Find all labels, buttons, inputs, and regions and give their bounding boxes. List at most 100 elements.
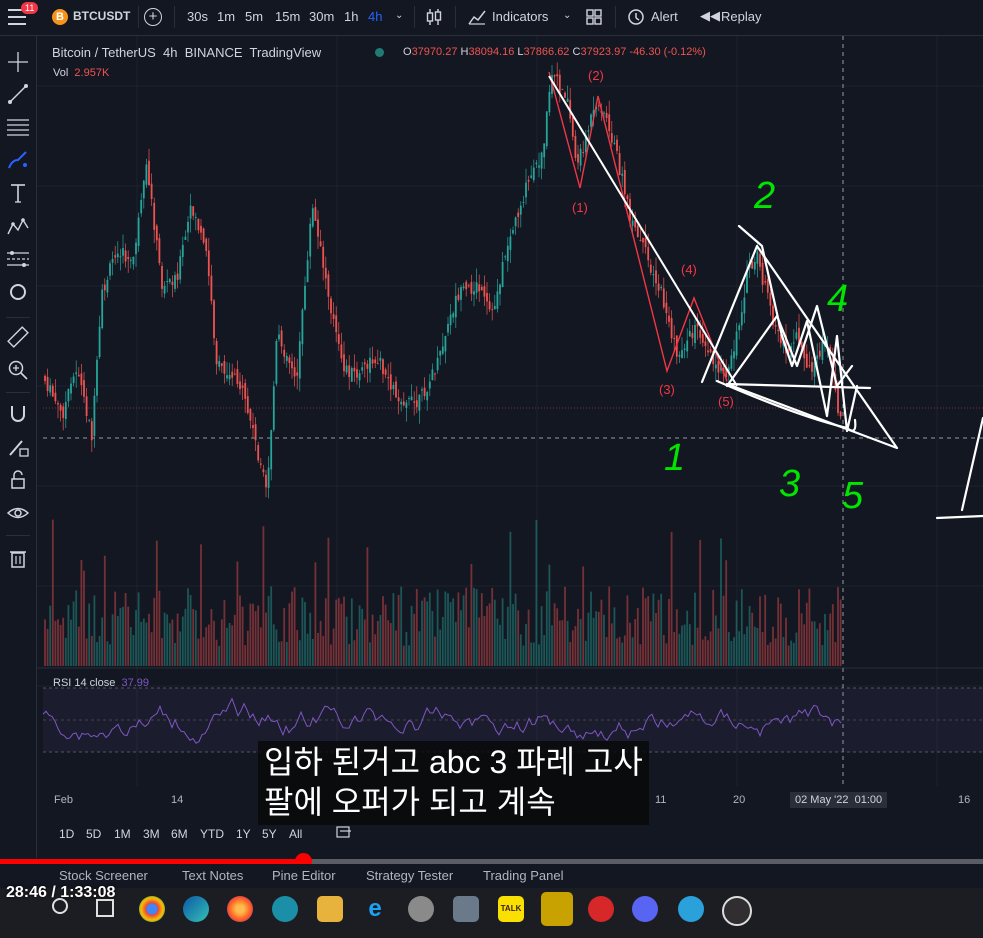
candles-icon[interactable] — [426, 8, 442, 26]
bottom-tab-text-notes[interactable]: Text Notes — [182, 868, 243, 883]
fib-retracement-icon[interactable] — [6, 115, 30, 139]
discord-icon[interactable] — [632, 896, 658, 922]
telegram-icon[interactable] — [678, 896, 704, 922]
candle-body — [288, 357, 291, 363]
candle-body — [369, 357, 371, 373]
bottom-tab-pine-editor[interactable]: Pine Editor — [272, 868, 336, 883]
candle-body — [821, 341, 824, 360]
interval-4h[interactable]: 4h — [368, 9, 382, 24]
volume-bar — [319, 620, 322, 666]
volume-bar — [109, 644, 111, 666]
circle-icon[interactable] — [6, 280, 30, 304]
volume-bar — [353, 640, 356, 666]
app-icon[interactable] — [408, 896, 434, 922]
volume-bar — [577, 608, 579, 666]
candle-body — [478, 284, 481, 292]
add-symbol-icon[interactable]: + — [144, 8, 162, 26]
volume-bar — [280, 641, 283, 666]
timeframe-1d[interactable]: 1D — [59, 827, 74, 841]
crosshair-icon[interactable] — [6, 50, 30, 74]
zoom-in-icon[interactable] — [6, 358, 30, 382]
candle-body — [733, 351, 735, 359]
kakaotalk-icon[interactable]: TALK — [498, 896, 524, 922]
goto-date-icon[interactable] — [336, 825, 352, 839]
trend-line-icon[interactable] — [6, 82, 30, 106]
candle-body — [735, 331, 738, 356]
interval-30m[interactable]: 30m — [309, 9, 334, 24]
text-icon[interactable] — [6, 181, 30, 205]
layouts-icon[interactable] — [586, 9, 602, 25]
eye-icon[interactable] — [6, 501, 30, 525]
brush-icon[interactable] — [6, 148, 30, 172]
chevron-down-icon[interactable]: ⌄ — [395, 10, 403, 21]
replay-button[interactable]: Replay — [721, 9, 761, 24]
volume-bar — [384, 604, 387, 666]
interval-15m[interactable]: 15m — [275, 9, 300, 24]
candle-body — [428, 381, 431, 389]
timeframe-ytd[interactable]: YTD — [200, 827, 224, 841]
interval-30s[interactable]: 30s — [187, 9, 208, 24]
candle-body — [122, 248, 124, 256]
indicators-icon[interactable] — [468, 9, 486, 25]
calculator-icon[interactable] — [453, 896, 479, 922]
symbol-search-button[interactable]: BTCUSDT — [73, 9, 130, 23]
bottom-tab-stock-screener[interactable]: Stock Screener — [59, 868, 148, 883]
timeframe-6m[interactable]: 6M — [171, 827, 188, 841]
replay-icon[interactable]: ◀◀ — [700, 8, 720, 24]
candle-body — [155, 225, 158, 241]
vpn-icon[interactable] — [588, 896, 614, 922]
prediction-icon[interactable] — [6, 247, 30, 271]
chevron-down-icon[interactable]: ⌄ — [563, 10, 571, 21]
candle-body — [93, 395, 96, 437]
volume-bar — [166, 614, 169, 666]
candle-body — [574, 135, 577, 158]
edge-icon[interactable] — [183, 896, 209, 922]
trash-icon[interactable] — [6, 546, 30, 570]
bottom-tab-trading-panel[interactable]: Trading Panel — [483, 868, 563, 883]
candle-body — [46, 376, 49, 391]
candle-body — [200, 225, 202, 233]
interval-5m[interactable]: 5m — [245, 9, 263, 24]
app-icon[interactable] — [272, 896, 298, 922]
magnet-icon[interactable] — [6, 402, 30, 426]
volume-bar — [298, 640, 301, 666]
candle-body — [176, 273, 179, 280]
indicators-button[interactable]: Indicators — [492, 9, 548, 24]
candle-body — [649, 264, 652, 273]
folder-icon[interactable] — [317, 896, 343, 922]
timeframe-5y[interactable]: 5Y — [262, 827, 277, 841]
timeframe-1y[interactable]: 1Y — [236, 827, 251, 841]
lock-icon[interactable] — [6, 468, 30, 492]
candle-body — [387, 377, 390, 379]
alert-icon[interactable] — [627, 8, 645, 26]
pencil-lock-icon[interactable] — [6, 435, 30, 459]
volume-bar — [57, 619, 59, 666]
volume-bar — [486, 606, 488, 666]
candle-body — [382, 359, 384, 375]
pattern-icon[interactable] — [6, 214, 30, 238]
obs-icon[interactable] — [722, 896, 752, 926]
ruler-icon[interactable] — [6, 325, 30, 349]
timeframe-5d[interactable]: 5D — [86, 827, 101, 841]
volume-bar — [683, 624, 686, 666]
timeframe-all[interactable]: All — [289, 827, 302, 841]
candle-body — [405, 402, 408, 409]
bottom-tab-strategy-tester[interactable]: Strategy Tester — [366, 868, 453, 883]
volume-bar — [111, 614, 114, 666]
candle-body — [67, 388, 70, 402]
volume-bar — [538, 644, 540, 666]
sticky-notes-icon[interactable] — [541, 892, 573, 926]
alert-button[interactable]: Alert — [651, 9, 678, 24]
chrome-icon[interactable] — [139, 896, 165, 922]
firefox-icon[interactable] — [227, 896, 253, 922]
candle-body — [519, 205, 522, 215]
chart-area[interactable]: (1) (2) (3) (4) (5) 1 2 3 4 5 — [37, 36, 983, 858]
timeframe-1m[interactable]: 1M — [114, 827, 131, 841]
internet-explorer-icon[interactable]: e — [362, 896, 388, 922]
price-chart[interactable]: (1) (2) (3) (4) (5) 1 2 3 4 5 — [37, 36, 983, 858]
candle-body — [506, 245, 509, 262]
interval-1m[interactable]: 1m — [217, 9, 235, 24]
interval-1h[interactable]: 1h — [344, 9, 358, 24]
timeframe-3m[interactable]: 3M — [143, 827, 160, 841]
volume-bar — [816, 628, 819, 666]
